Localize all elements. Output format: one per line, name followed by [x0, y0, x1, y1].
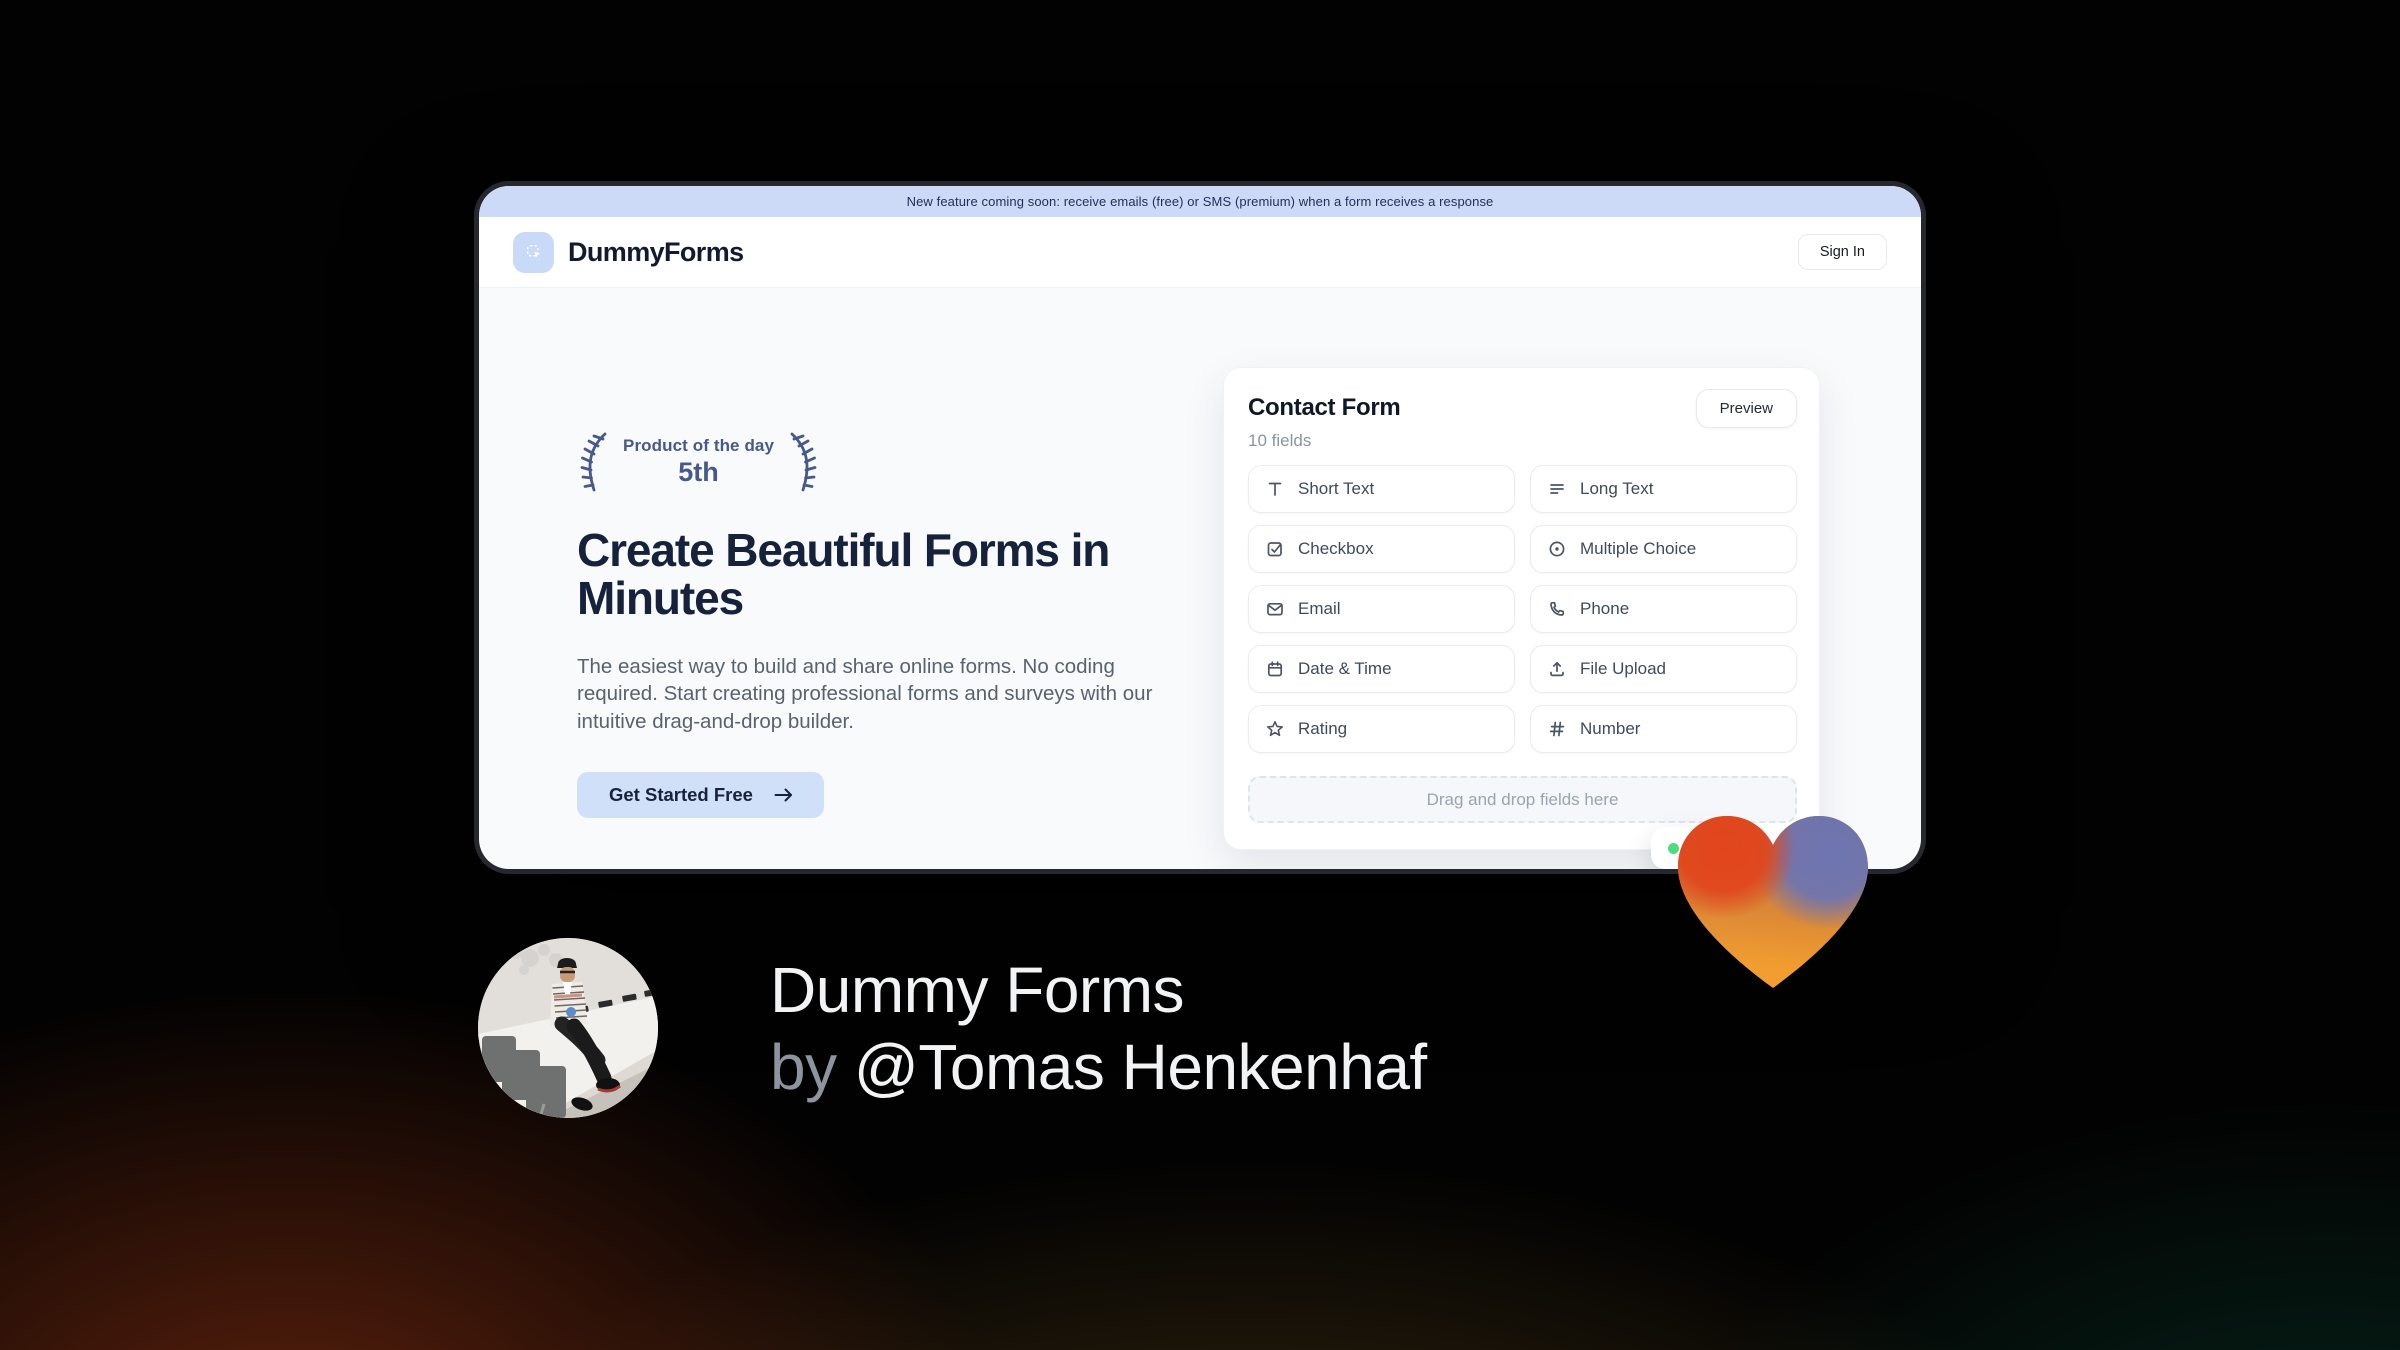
form-builder-card: Contact Form 10 fields Preview Short Tex… — [1223, 367, 1820, 869]
laurel-right-icon — [790, 432, 817, 492]
product-of-the-day-badge: Product of the day 5th — [577, 429, 820, 495]
field-count: 10 fields — [1248, 431, 1312, 450]
field-type-grid: Short Text Long Text Checkbox Multiple C… — [1248, 465, 1797, 753]
field-label: Short Text — [1298, 479, 1375, 498]
radio-icon — [1549, 541, 1565, 557]
field-label: Long Text — [1580, 479, 1654, 498]
product-name-line: Dummy Forms — [770, 952, 1427, 1029]
preview-button[interactable]: Preview — [1695, 389, 1797, 428]
creator-avatar — [478, 938, 658, 1118]
field-label: Date & Time — [1298, 659, 1392, 678]
product-name: Dummy Forms — [770, 954, 1185, 1026]
award-label: Product of the day — [623, 436, 775, 455]
field-tile-number[interactable]: Number — [1530, 705, 1797, 753]
hash-icon — [1549, 721, 1565, 737]
laurel-left-icon — [580, 432, 607, 492]
field-tile-multiple-choice[interactable]: Multiple Choice — [1530, 525, 1797, 573]
field-label: Number — [1580, 719, 1641, 738]
field-label: Rating — [1298, 719, 1348, 738]
get-started-button[interactable]: Get Started Free — [577, 771, 824, 818]
field-tile-phone[interactable]: Phone — [1530, 585, 1797, 633]
cta-label: Get Started Free — [609, 783, 753, 805]
field-label: Multiple Choice — [1580, 539, 1697, 558]
field-label: Phone — [1580, 599, 1630, 618]
long-text-icon — [1550, 484, 1564, 494]
email-icon — [1267, 602, 1283, 616]
upload-icon — [1550, 661, 1564, 677]
sign-in-button[interactable]: Sign In — [1797, 234, 1887, 270]
brand-logo[interactable]: DummyForms — [513, 231, 744, 273]
author-handle: @Tomas Henkenhaf — [853, 1031, 1427, 1104]
site-header: DummyForms Sign In — [479, 217, 1921, 288]
checkbox-icon — [1267, 542, 1282, 557]
announcement-banner: New feature coming soon: receive emails … — [479, 186, 1921, 217]
field-tile-email[interactable]: Email — [1248, 585, 1515, 633]
dropzone-text: Drag and drop fields here — [1426, 789, 1619, 809]
award-rank: 5th — [678, 457, 719, 487]
browser-window: New feature coming soon: receive emails … — [479, 186, 1921, 869]
field-tile-long-text[interactable]: Long Text — [1530, 465, 1797, 513]
calendar-icon — [1267, 661, 1283, 677]
dashed-select-cursor-icon — [526, 245, 540, 258]
field-label: Checkbox — [1298, 539, 1374, 558]
attribution-text: Dummy Forms by @Tomas Henkenhaf — [770, 952, 1427, 1107]
hero-description: The easiest way to build and share onlin… — [577, 654, 1153, 733]
hero-title: Create Beautiful Forms in Minutes — [577, 524, 1110, 625]
field-label: File Upload — [1580, 659, 1666, 678]
field-tile-date-time[interactable]: Date & Time — [1248, 645, 1515, 693]
arrow-right-icon — [774, 788, 792, 802]
logo-tile — [513, 231, 554, 273]
byline-prefix: by — [770, 1031, 854, 1104]
announcement-text: New feature coming soon: receive emails … — [906, 194, 1494, 209]
creator-avatar-photo — [478, 938, 658, 1118]
drag-drop-zone[interactable]: Drag and drop fields here — [1248, 776, 1797, 823]
star-icon — [1267, 721, 1283, 737]
author-line: by @Tomas Henkenhaf — [770, 1029, 1427, 1106]
field-tile-file-upload[interactable]: File Upload — [1530, 645, 1797, 693]
brand-name: DummyForms — [568, 236, 744, 267]
field-tile-short-text[interactable]: Short Text — [1248, 465, 1515, 513]
green-status-dot — [1668, 842, 1679, 854]
phone-icon — [1550, 601, 1565, 616]
field-tile-checkbox[interactable]: Checkbox — [1248, 525, 1515, 573]
hero-section: Product of the day 5th Create Beautiful … — [577, 429, 1177, 818]
short-text-icon — [1268, 482, 1282, 496]
award-text: Product of the day 5th — [623, 436, 774, 488]
field-label: Email — [1298, 599, 1341, 618]
field-tile-rating[interactable]: Rating — [1248, 705, 1515, 753]
